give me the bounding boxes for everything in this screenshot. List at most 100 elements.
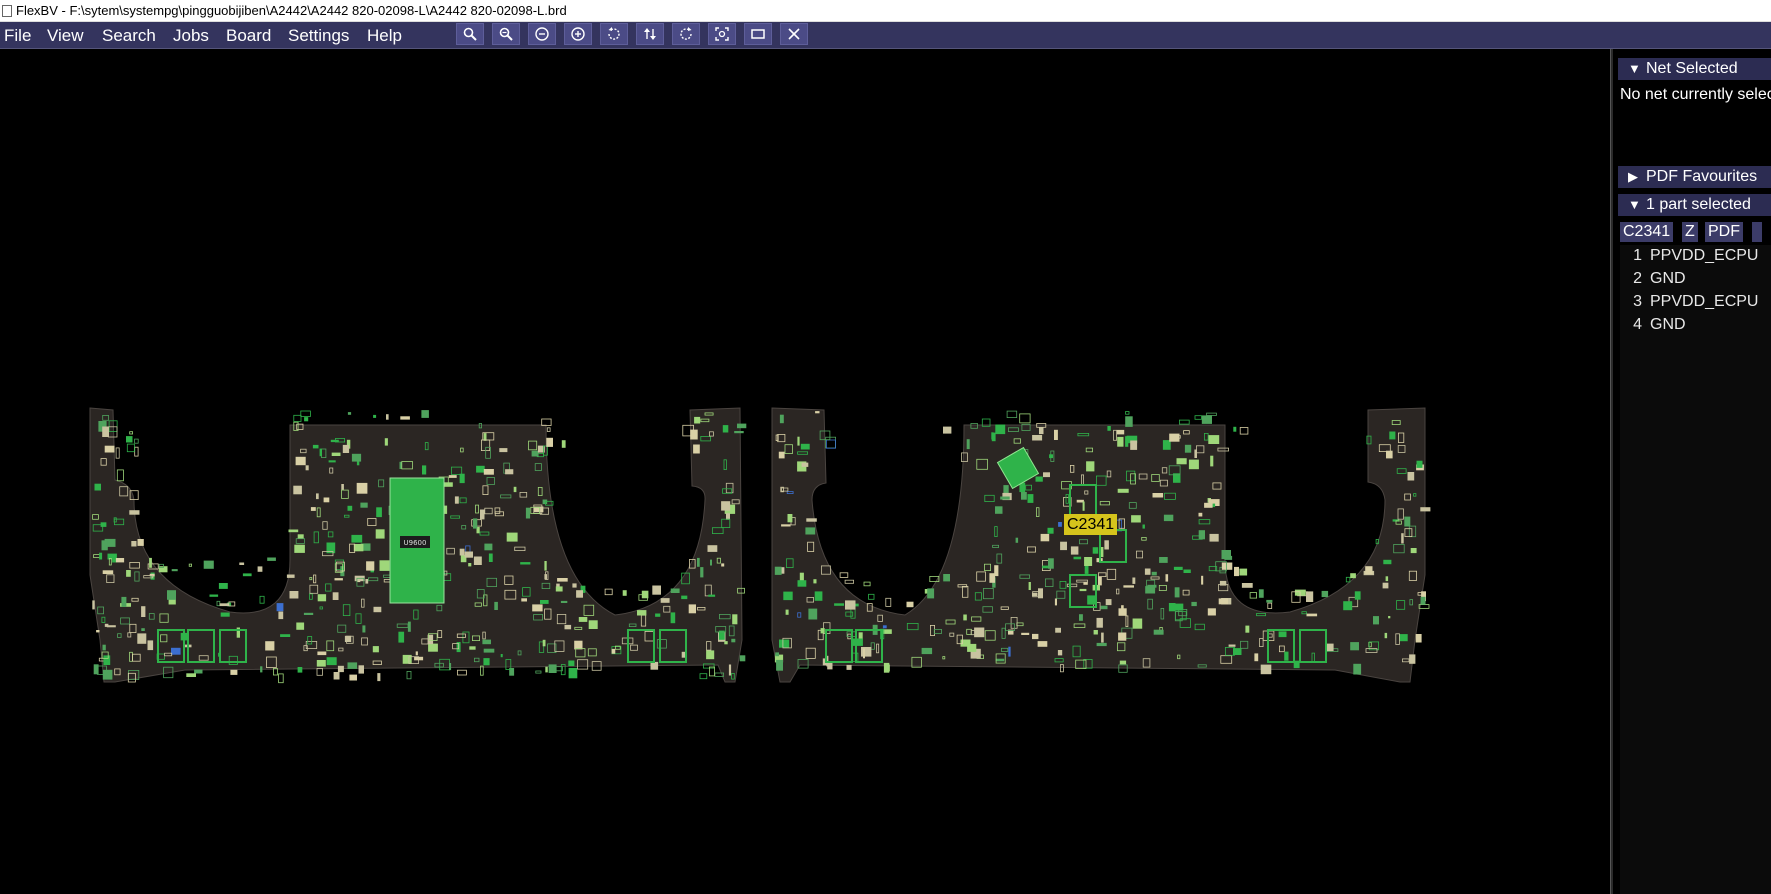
pcb-component[interactable] — [1266, 599, 1273, 603]
pcb-component[interactable] — [278, 673, 284, 684]
pcb-component[interactable] — [218, 583, 228, 589]
pcb-component[interactable] — [351, 534, 363, 543]
pcb-component[interactable] — [739, 655, 746, 662]
pcb-component[interactable] — [360, 502, 368, 508]
pcb-component[interactable] — [1191, 601, 1197, 607]
pcb-component[interactable] — [375, 529, 385, 539]
pcb-component[interactable] — [1219, 580, 1227, 586]
pcb-component[interactable] — [126, 436, 133, 443]
pcb-component[interactable] — [806, 518, 817, 522]
menu-view[interactable]: View — [47, 22, 84, 48]
pcb-component[interactable] — [373, 606, 382, 613]
pcb-component[interactable] — [304, 417, 309, 422]
pcb-component[interactable] — [568, 667, 578, 679]
pcb-component[interactable] — [1343, 601, 1353, 611]
pcb-component[interactable] — [1070, 546, 1079, 555]
pcb-component[interactable] — [1028, 582, 1031, 590]
pcb-component[interactable] — [186, 673, 196, 677]
pcb-component[interactable] — [1410, 548, 1417, 554]
pcb-component[interactable] — [134, 446, 139, 457]
pcb-component[interactable] — [1224, 555, 1233, 560]
pcb-component[interactable] — [1117, 488, 1129, 493]
pcb-component[interactable] — [1233, 426, 1237, 432]
pcb-component[interactable] — [963, 614, 967, 621]
pcb-component[interactable] — [560, 600, 568, 603]
part-pdf-button[interactable]: PDF — [1705, 222, 1743, 242]
pcb-component[interactable] — [525, 507, 531, 519]
pcb-component[interactable] — [546, 437, 553, 447]
selected-part-label[interactable]: C2341 — [1064, 514, 1118, 535]
pcb-component[interactable] — [960, 639, 971, 647]
pcb-component[interactable] — [149, 557, 152, 568]
pcb-component[interactable] — [1420, 596, 1426, 605]
pcb-component[interactable] — [428, 643, 438, 652]
pcb-component[interactable] — [1415, 634, 1422, 643]
pcb-component[interactable] — [1082, 501, 1085, 511]
pcb-component[interactable] — [532, 604, 543, 612]
pcb-component[interactable] — [414, 656, 424, 661]
pcb-component[interactable] — [297, 534, 304, 539]
pcb-component[interactable] — [328, 460, 336, 463]
pcb-component[interactable] — [825, 436, 837, 449]
pcb-component[interactable] — [316, 668, 323, 676]
pcb-component[interactable] — [349, 674, 357, 681]
pcb-component[interactable] — [1040, 533, 1050, 542]
flip-button[interactable] — [636, 23, 664, 45]
pcb-component[interactable] — [265, 641, 275, 651]
pcb-component[interactable] — [141, 628, 145, 631]
pcb-component[interactable] — [776, 659, 783, 671]
pcb-component[interactable] — [406, 671, 412, 680]
pcb-component[interactable] — [1153, 629, 1164, 635]
pcb-component[interactable] — [1260, 664, 1272, 675]
pcb-component[interactable] — [1204, 502, 1213, 508]
pcb-component[interactable] — [1015, 537, 1019, 543]
pcb-component[interactable] — [564, 624, 572, 630]
pcb-component[interactable] — [805, 527, 816, 535]
pcb-component[interactable] — [1218, 598, 1228, 605]
pcb-component[interactable] — [542, 639, 546, 647]
pcb-component[interactable] — [546, 427, 551, 432]
pcb-component[interactable] — [1107, 426, 1111, 431]
pcb-component[interactable] — [1125, 411, 1130, 415]
pcb-component[interactable] — [670, 588, 680, 594]
pcb-component[interactable] — [171, 647, 181, 655]
pcb-component[interactable] — [242, 573, 252, 577]
pcb-component[interactable] — [1278, 631, 1287, 638]
pcb-component[interactable] — [296, 622, 305, 630]
pcb-component[interactable] — [332, 592, 339, 600]
pcb-component[interactable] — [1037, 641, 1048, 647]
pcb-component[interactable] — [1407, 472, 1415, 481]
pcb-component[interactable] — [1079, 614, 1083, 621]
pcb-component[interactable] — [276, 603, 284, 612]
pcb-component[interactable] — [116, 469, 124, 482]
pcb-component[interactable] — [1142, 524, 1145, 529]
pcb-component[interactable] — [484, 543, 493, 551]
pcb-component[interactable] — [540, 600, 549, 604]
pcb-component[interactable] — [775, 652, 779, 657]
pcb-component[interactable] — [921, 647, 933, 655]
pcb-component[interactable] — [286, 574, 295, 578]
pcb-component[interactable] — [1198, 512, 1203, 517]
pcb-component[interactable] — [1198, 530, 1205, 540]
pcb-component[interactable] — [813, 579, 817, 584]
pcb-component[interactable] — [100, 522, 107, 527]
pcb-component[interactable] — [334, 578, 343, 581]
pcb-component[interactable] — [257, 566, 263, 572]
pcb-component[interactable] — [1121, 605, 1124, 615]
pcb-component[interactable] — [1116, 429, 1125, 435]
pcb-component[interactable] — [861, 647, 872, 657]
pcb-component[interactable] — [732, 614, 738, 625]
pcb-component[interactable] — [721, 501, 731, 511]
pcb-component[interactable] — [966, 439, 970, 450]
pcb-component[interactable] — [557, 578, 568, 582]
menu-jobs[interactable]: Jobs — [173, 22, 209, 48]
pcb-component[interactable] — [1353, 663, 1362, 675]
pcb-component[interactable] — [171, 569, 178, 572]
menu-file[interactable]: File — [4, 22, 31, 48]
pcb-component[interactable] — [294, 544, 305, 553]
pcb-component[interactable] — [1221, 562, 1233, 570]
pcb-component[interactable] — [991, 432, 996, 442]
pcb-component[interactable] — [104, 445, 115, 453]
pcb-component[interactable] — [545, 666, 548, 673]
rotate-cw-button[interactable] — [672, 23, 700, 45]
